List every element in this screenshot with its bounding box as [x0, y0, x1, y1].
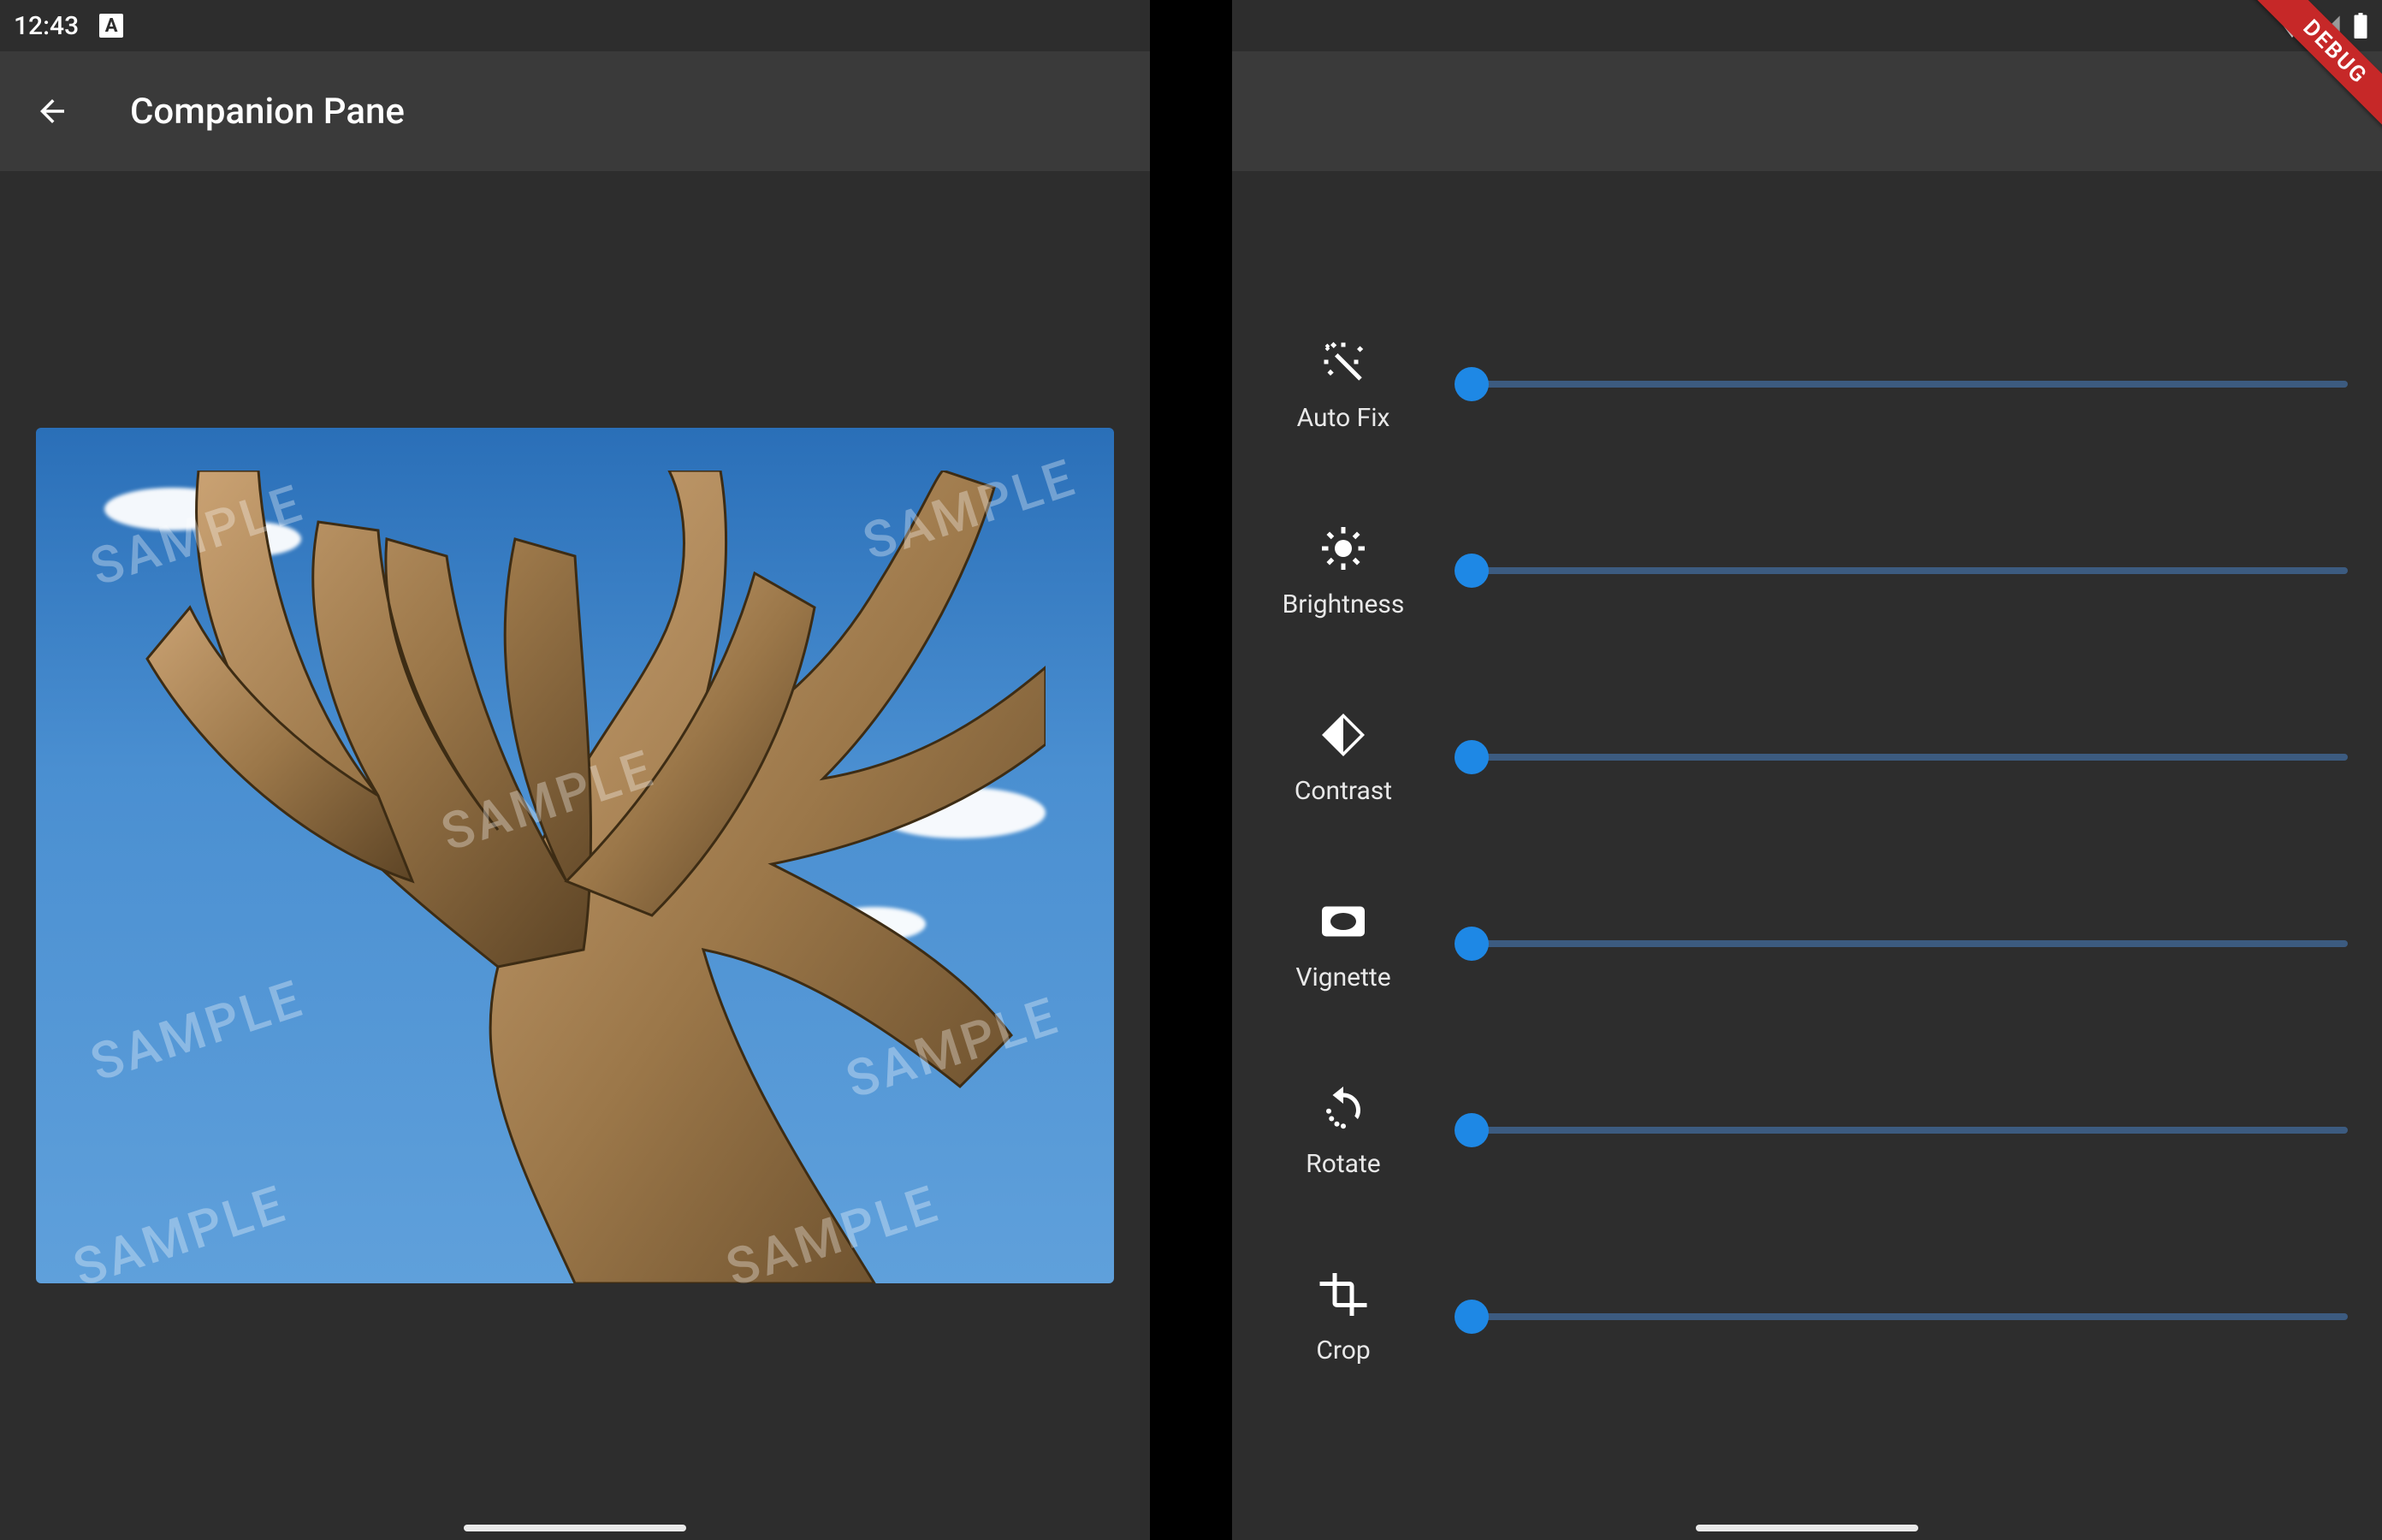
- slider-thumb[interactable]: [1455, 740, 1489, 774]
- control-contrast-label: Contrast: [1295, 776, 1392, 806]
- control-row-contrast: Contrast: [1266, 664, 2348, 850]
- control-brightness-button[interactable]: Brightness: [1266, 523, 1420, 619]
- tree-illustration: [104, 471, 1046, 1283]
- slider-thumb[interactable]: [1455, 554, 1489, 588]
- slider-track: [1472, 1313, 2348, 1320]
- slider-track: [1472, 381, 2348, 388]
- vignette-icon: [1318, 896, 1369, 947]
- app-indicator-icon: A: [99, 14, 123, 38]
- slider-vignette[interactable]: [1472, 927, 2348, 961]
- rotate-icon: [1318, 1082, 1369, 1134]
- control-vignette-button[interactable]: Vignette: [1266, 896, 1420, 992]
- page-title: Companion Pane: [130, 91, 405, 133]
- contrast-icon: [1318, 709, 1369, 761]
- slider-thumb[interactable]: [1455, 367, 1489, 401]
- control-crop-button[interactable]: Crop: [1266, 1269, 1420, 1365]
- sample-image: SAMPLE SAMPLE SAMPLE SAMPLE SAMPLE SAMPL…: [36, 428, 1114, 1283]
- slider-track: [1472, 754, 2348, 761]
- slider-thumb[interactable]: [1455, 1300, 1489, 1334]
- control-rotate-button[interactable]: Rotate: [1266, 1082, 1420, 1179]
- controls-panel: Auto Fix Brightness Contrast Vignette: [1232, 171, 2382, 1478]
- control-row-auto_fix: Auto Fix: [1266, 291, 2348, 477]
- slider-thumb[interactable]: [1455, 1113, 1489, 1147]
- battery-icon: [2353, 13, 2368, 38]
- nav-handle[interactable]: [464, 1525, 686, 1531]
- status-time: 12:43: [14, 11, 79, 41]
- control-row-brightness: Brightness: [1266, 477, 2348, 664]
- right-pane: DEBUG Auto Fix: [1232, 0, 2382, 1540]
- crop-icon: [1318, 1269, 1369, 1320]
- control-row-rotate: Rotate: [1266, 1037, 2348, 1223]
- control-row-crop: Crop: [1266, 1223, 2348, 1410]
- control-rotate-label: Rotate: [1306, 1149, 1380, 1179]
- slider-track: [1472, 940, 2348, 947]
- control-contrast-button[interactable]: Contrast: [1266, 709, 1420, 806]
- slider-thumb[interactable]: [1455, 927, 1489, 961]
- left-pane: 12:43 A Companion Pane: [0, 0, 1150, 1540]
- slider-track: [1472, 1127, 2348, 1134]
- app-bar-right: [1232, 51, 2382, 171]
- slider-contrast[interactable]: [1472, 740, 2348, 774]
- wand-icon: [1318, 336, 1369, 388]
- slider-brightness[interactable]: [1472, 554, 2348, 588]
- slider-rotate[interactable]: [1472, 1113, 2348, 1147]
- back-arrow-icon[interactable]: [34, 93, 70, 129]
- app-bar: Companion Pane: [0, 51, 1150, 171]
- control-vignette-label: Vignette: [1295, 962, 1390, 992]
- brightness-icon: [1318, 523, 1369, 574]
- control-auto_fix-button[interactable]: Auto Fix: [1266, 336, 1420, 433]
- control-crop-label: Crop: [1316, 1336, 1370, 1365]
- control-auto_fix-label: Auto Fix: [1297, 403, 1390, 433]
- slider-auto_fix[interactable]: [1472, 367, 2348, 401]
- slider-track: [1472, 567, 2348, 574]
- status-bar-right: [1232, 0, 2382, 51]
- nav-handle[interactable]: [1696, 1525, 1918, 1531]
- image-preview-area: SAMPLE SAMPLE SAMPLE SAMPLE SAMPLE SAMPL…: [0, 171, 1150, 1540]
- control-brightness-label: Brightness: [1283, 589, 1405, 619]
- slider-crop[interactable]: [1472, 1300, 2348, 1334]
- status-bar: 12:43 A: [0, 0, 1150, 51]
- control-row-vignette: Vignette: [1266, 850, 2348, 1037]
